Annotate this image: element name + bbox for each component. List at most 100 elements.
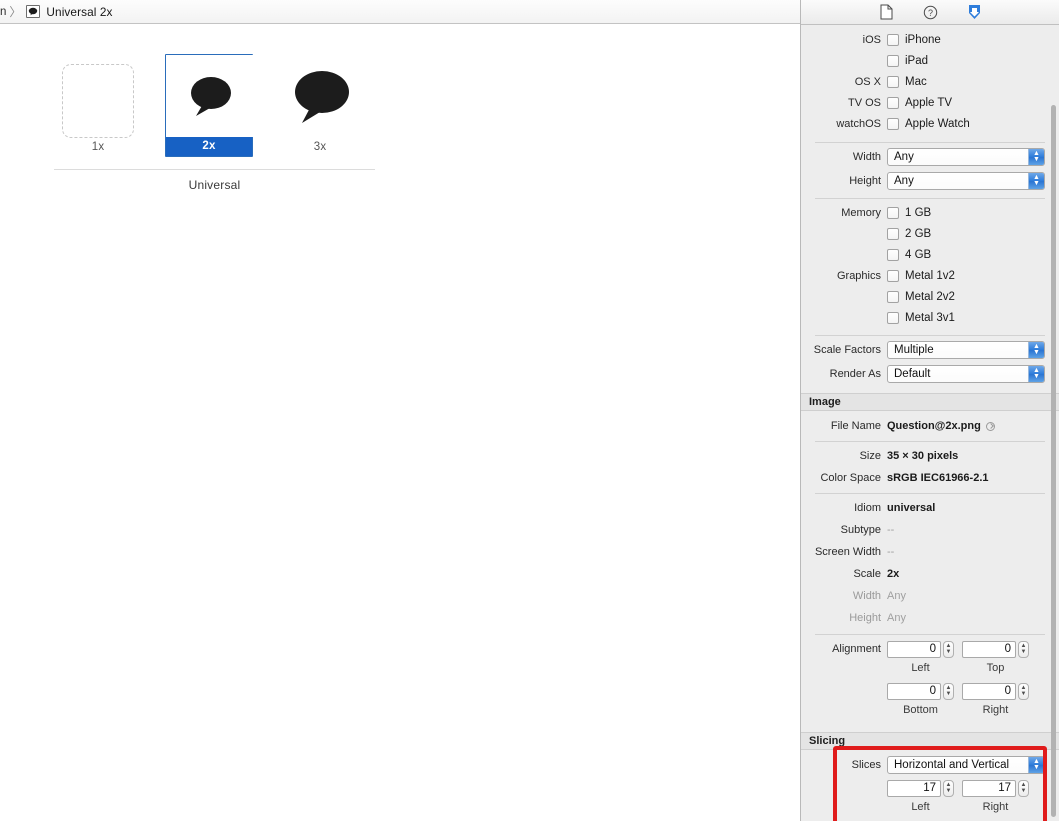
divider-6	[815, 634, 1045, 635]
asset-slot-2x[interactable]: 2x	[165, 54, 254, 157]
checkbox-apple-tv[interactable]	[887, 97, 899, 109]
popup-slices[interactable]: Horizontal and Vertical ▲ ▼	[887, 756, 1045, 774]
checkbox-apple-watch[interactable]	[887, 118, 899, 130]
alignment-left-input[interactable]: 0	[887, 640, 941, 658]
checkbox-mac[interactable]	[887, 76, 899, 88]
device-label-tvos: TV OS	[847, 97, 881, 109]
svg-text:?: ?	[927, 8, 932, 18]
label-image-height: Height	[849, 612, 881, 624]
divider-1	[815, 142, 1045, 143]
label-graphics: Graphics	[836, 270, 881, 282]
speech-bubble-artwork-2x	[191, 77, 231, 116]
value-size: 35 × 30 pixels	[887, 450, 959, 462]
scale-factors-row: Scale Factors Multiple ▲ ▼	[801, 341, 1059, 359]
alignment-top-input[interactable]: 0	[962, 640, 1016, 658]
chevron-updown-icon-height[interactable]: ▲ ▼	[1028, 173, 1044, 189]
slice-left-input[interactable]: 17	[887, 779, 941, 797]
alignment-row-2: 0 ▲ ▼ 0 ▲ ▼	[801, 682, 1059, 700]
chevron-updown-icon-render-as[interactable]: ▲ ▼	[1028, 366, 1044, 382]
slice-right-input[interactable]: 17	[962, 779, 1016, 797]
checkbox-iphone[interactable]	[887, 34, 899, 46]
label-scale-factors: Scale Factors	[813, 344, 881, 356]
checkbox-metal-1v2[interactable]	[887, 270, 899, 282]
popup-height[interactable]: Any ▲ ▼	[887, 172, 1045, 190]
reveal-in-finder-icon[interactable]	[985, 421, 995, 431]
value-image-height: Any	[887, 612, 906, 624]
checkbox-ipad[interactable]	[887, 55, 899, 67]
alignment-top-caption: Top	[986, 662, 1005, 674]
checkbox-metal-2v2[interactable]	[887, 291, 899, 303]
checkbox-label-apple-watch[interactable]: Apple Watch	[905, 118, 970, 130]
label-render-as: Render As	[829, 368, 881, 380]
alignment-top-stepper[interactable]: ▲ ▼	[1018, 640, 1029, 658]
inspector-scrollbar[interactable]	[1051, 105, 1056, 817]
asset-slot-1x-caption: 1x	[91, 141, 105, 153]
slice-right-stepper[interactable]: ▲ ▼	[1018, 779, 1029, 797]
image-row-scale: Scale 2x	[801, 565, 1059, 583]
asset-slot-2x-image[interactable]	[166, 55, 254, 137]
inspector-content: iOS iPhone iPad OS X Mac TV OS Apple TV …	[801, 25, 1059, 821]
alignment-left-stepper[interactable]: ▲ ▼	[943, 640, 954, 658]
slice-left-stepper[interactable]: ▲ ▼	[943, 779, 954, 797]
popup-scale-factors[interactable]: Multiple ▲ ▼	[887, 341, 1045, 359]
checkbox-label-apple-tv[interactable]: Apple TV	[905, 97, 952, 109]
attributes-inspector-tab[interactable]	[963, 2, 985, 22]
device-label-ios: iOS	[862, 34, 881, 46]
popup-slices-value: Horizontal and Vertical	[894, 759, 1010, 771]
chevron-updown-icon-scale-factors[interactable]: ▲ ▼	[1028, 342, 1044, 358]
value-screen-width: --	[887, 546, 895, 558]
checkbox-label-metal-2v2[interactable]: Metal 2v2	[905, 291, 955, 303]
quick-help-inspector-tab[interactable]: ?	[919, 2, 941, 22]
alignment-left-field-group: 0 ▲ ▼	[887, 640, 954, 658]
chevron-updown-icon-slices[interactable]: ▲ ▼	[1028, 757, 1044, 773]
value-file-name[interactable]: Question@2x.png	[887, 420, 981, 432]
checkbox-1gb[interactable]	[887, 207, 899, 219]
popup-render-as[interactable]: Default ▲ ▼	[887, 365, 1045, 383]
checkbox-label-iphone[interactable]: iPhone	[905, 34, 941, 46]
checkbox-label-2gb[interactable]: 2 GB	[905, 228, 931, 240]
breadcrumb-current-item[interactable]: Universal 2x	[46, 5, 112, 19]
device-row-iphone: iOS iPhone	[801, 31, 1059, 49]
checkbox-label-metal-1v2[interactable]: Metal 1v2	[905, 270, 955, 282]
alignment-right-input[interactable]: 0	[962, 682, 1016, 700]
graphics-row-metal3v1: Metal 3v1	[801, 309, 1059, 327]
checkbox-2gb[interactable]	[887, 228, 899, 240]
checkbox-label-metal-3v1[interactable]: Metal 3v1	[905, 312, 955, 324]
label-screen-width: Screen Width	[814, 546, 881, 558]
label-width: Width	[852, 151, 881, 163]
asset-slot-1x[interactable]: 1x	[54, 64, 142, 157]
chevron-updown-icon-width[interactable]: ▲ ▼	[1028, 149, 1044, 165]
device-label-osx: OS X	[854, 76, 881, 88]
breadcrumb: n 〉 Universal 2x	[0, 0, 800, 24]
alignment-right-caption: Right	[982, 704, 1009, 716]
label-subtype: Subtype	[840, 524, 881, 536]
asset-slot-3x[interactable]: 3x	[276, 54, 364, 157]
label-color-space: Color Space	[820, 472, 881, 484]
checkbox-label-4gb[interactable]: 4 GB	[905, 249, 931, 261]
slicing-row-slices: Slices Horizontal and Vertical ▲ ▼	[801, 756, 1059, 774]
checkbox-label-mac[interactable]: Mac	[905, 76, 927, 88]
label-memory: Memory	[841, 207, 881, 219]
divider-4	[815, 441, 1045, 442]
checkbox-label-ipad[interactable]: iPad	[905, 55, 928, 67]
alignment-bottom-field-group: 0 ▲ ▼	[887, 682, 954, 700]
image-row-subtype: Subtype --	[801, 521, 1059, 539]
asset-slot-3x-caption: 3x	[313, 141, 327, 153]
slice-right-field-group: 17 ▲ ▼	[962, 779, 1029, 797]
popup-width[interactable]: Any ▲ ▼	[887, 148, 1045, 166]
alignment-bottom-input[interactable]: 0	[887, 682, 941, 700]
asset-slot-1x-dropzone[interactable]	[62, 64, 134, 138]
popup-render-as-value: Default	[894, 368, 931, 380]
image-row-idiom: Idiom universal	[801, 499, 1059, 517]
asset-slot-3x-image[interactable]	[276, 54, 364, 138]
file-inspector-tab[interactable]	[875, 2, 897, 22]
checkbox-metal-3v1[interactable]	[887, 312, 899, 324]
divider-2	[815, 198, 1045, 199]
checkbox-4gb[interactable]	[887, 249, 899, 261]
alignment-right-stepper[interactable]: ▲ ▼	[1018, 682, 1029, 700]
alignment-bottom-stepper[interactable]: ▲ ▼	[943, 682, 954, 700]
breadcrumb-prefix[interactable]: n	[0, 6, 6, 18]
alignment-caption-row-2: Bottom Right	[801, 701, 1059, 719]
memory-row-4gb: 4 GB	[801, 246, 1059, 264]
checkbox-label-1gb[interactable]: 1 GB	[905, 207, 931, 219]
